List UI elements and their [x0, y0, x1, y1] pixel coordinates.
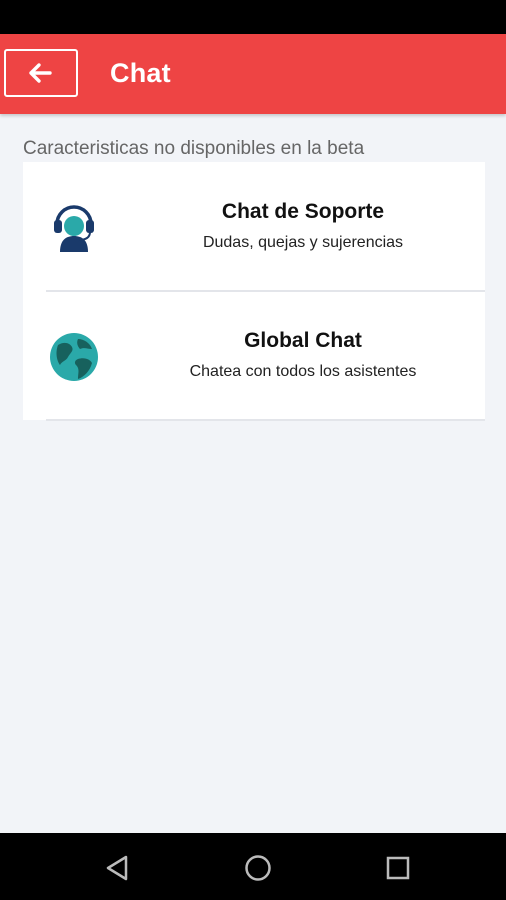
section-label: Caracteristicas no disponibles en la bet… — [23, 138, 365, 159]
back-triangle-icon[interactable] — [102, 853, 132, 883]
list-item-subtitle: Chatea con todos los asistentes — [189, 363, 417, 380]
chat-options-card: Chat de Soporte Dudas, quejas y sujerenc… — [23, 162, 485, 421]
navigation-bar — [0, 833, 506, 900]
list-item-title: Global Chat — [244, 329, 362, 352]
support-agent-icon — [54, 205, 94, 252]
list-item-text: Chat de Soporte Dudas, quejas y sujerenc… — [121, 200, 485, 252]
list-item-text: Global Chat Chatea con todos los asisten… — [121, 329, 485, 381]
globe-icon — [50, 333, 98, 381]
arrow-left-icon — [29, 63, 52, 83]
page-title: Chat — [110, 58, 171, 88]
back-button[interactable] — [4, 49, 78, 97]
list-item-title: Chat de Soporte — [221, 200, 385, 223]
status-bar — [0, 0, 506, 34]
list-item-subtitle: Dudas, quejas y sujerencias — [202, 234, 404, 251]
list-item-support-chat[interactable]: Chat de Soporte Dudas, quejas y sujerenc… — [23, 162, 485, 292]
home-circle-icon[interactable] — [243, 853, 273, 883]
list-item-global-chat[interactable]: Global Chat Chatea con todos los asisten… — [23, 291, 485, 421]
recents-square-icon[interactable] — [383, 853, 413, 883]
divider — [46, 419, 485, 421]
app-bar: Chat — [0, 34, 506, 114]
